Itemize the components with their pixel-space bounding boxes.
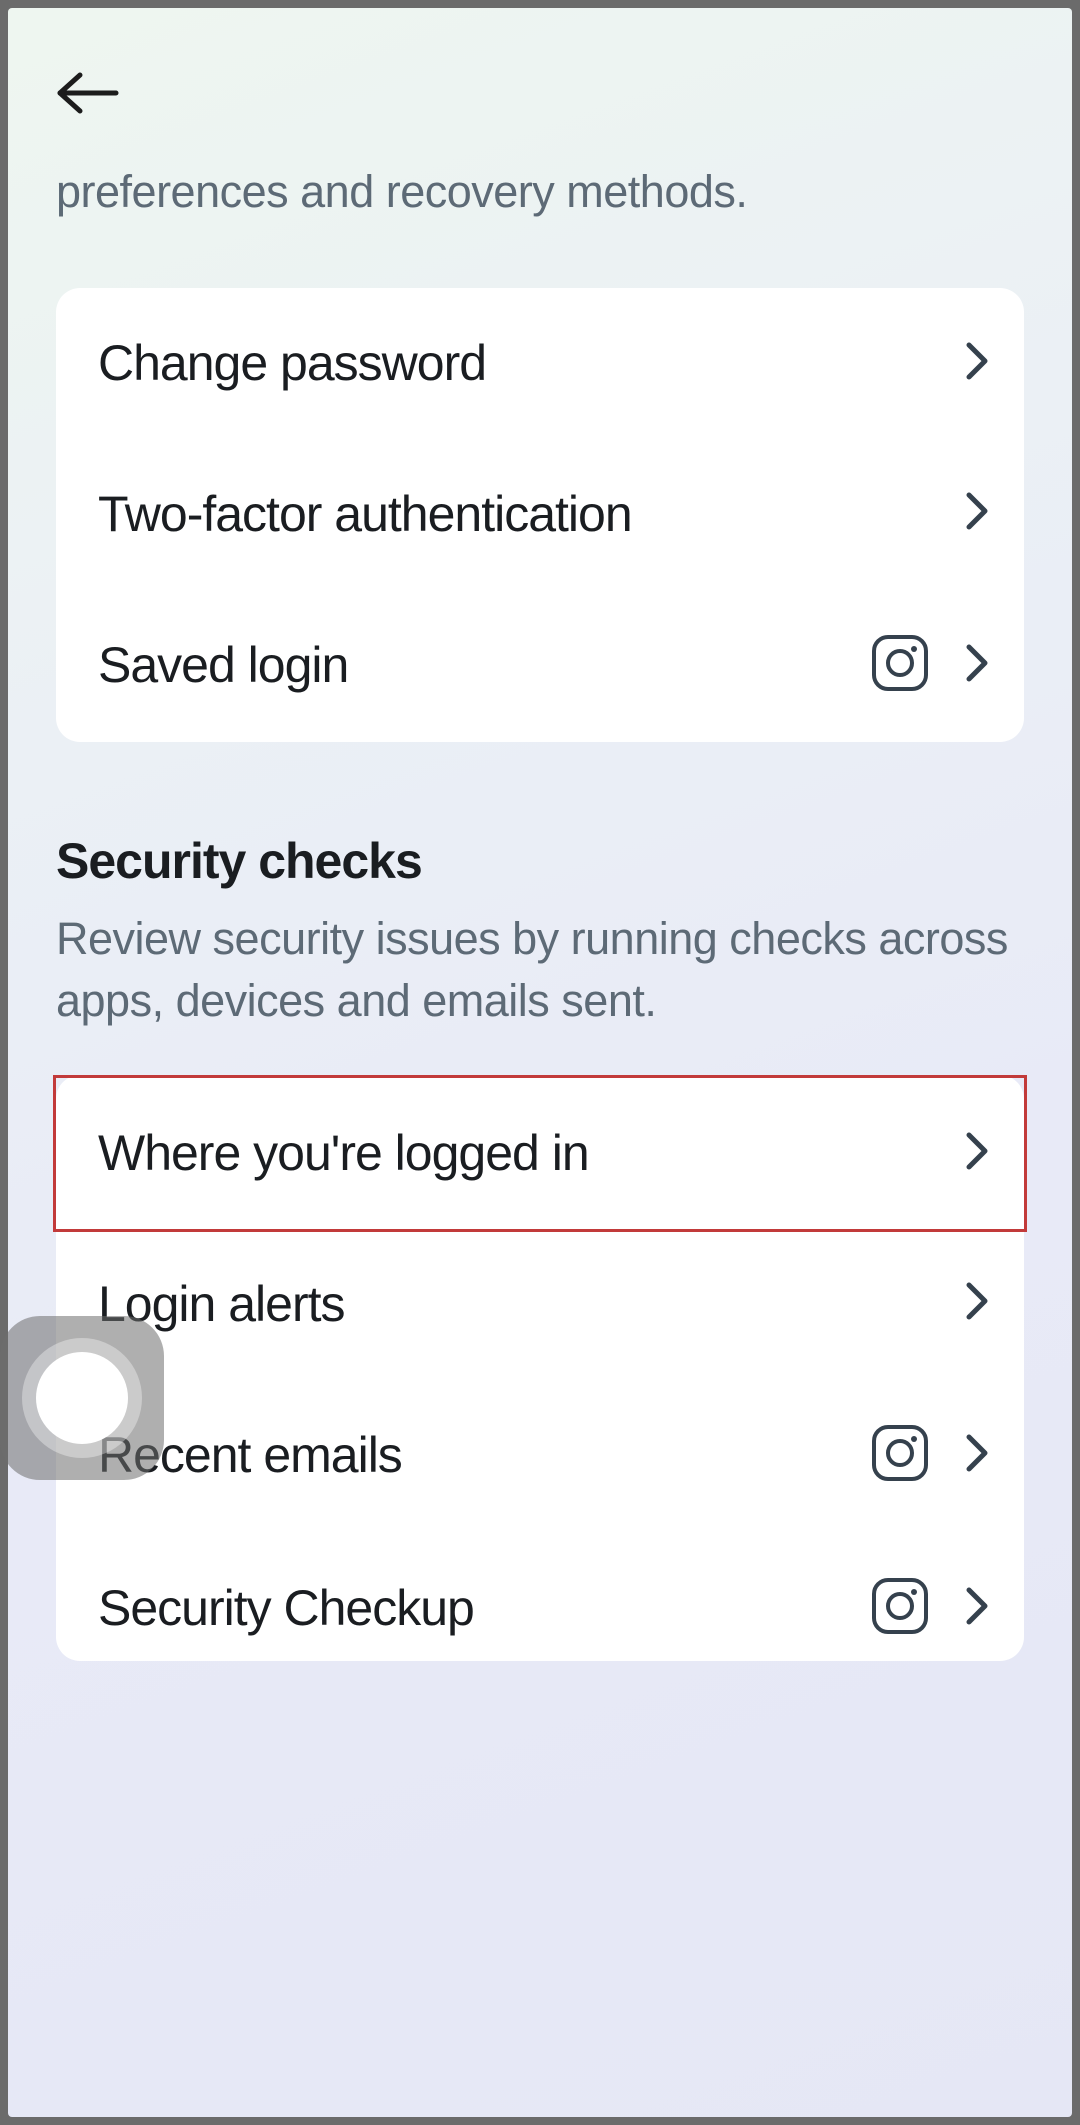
change-password-row[interactable]: Change password bbox=[56, 288, 1024, 439]
row-label: Two-factor authentication bbox=[98, 483, 966, 546]
instagram-icon bbox=[870, 1576, 930, 1641]
row-label: Login alerts bbox=[98, 1273, 966, 1336]
login-security-card: Change password Two-factor authenticatio… bbox=[56, 288, 1024, 742]
where-logged-in-row[interactable]: Where you're logged in bbox=[53, 1075, 1027, 1232]
security-checks-description: Review security issues by running checks… bbox=[56, 908, 1024, 1032]
row-label: Saved login bbox=[98, 634, 870, 697]
page-subtitle: preferences and recovery methods. bbox=[56, 166, 1024, 218]
chevron-right-icon bbox=[966, 1282, 988, 1325]
chevron-right-icon bbox=[966, 644, 988, 687]
row-label: Recent emails bbox=[98, 1424, 870, 1487]
security-checkup-row[interactable]: Security Checkup bbox=[56, 1532, 1024, 1661]
arrow-left-icon bbox=[56, 71, 120, 115]
row-label: Where you're logged in bbox=[98, 1122, 966, 1185]
assistive-touch-button[interactable] bbox=[0, 1316, 164, 1480]
saved-login-row[interactable]: Saved login bbox=[56, 589, 1024, 742]
security-checks-card: Where you're logged in Login alerts Rece… bbox=[56, 1075, 1024, 1661]
two-factor-auth-row[interactable]: Two-factor authentication bbox=[56, 439, 1024, 590]
row-label: Security Checkup bbox=[98, 1577, 870, 1640]
assistive-touch-inner bbox=[36, 1352, 128, 1444]
security-checks-title: Security checks bbox=[56, 832, 1024, 890]
back-button[interactable] bbox=[56, 68, 120, 118]
chevron-right-icon bbox=[966, 1587, 988, 1630]
login-alerts-row[interactable]: Login alerts bbox=[56, 1229, 1024, 1380]
row-label: Change password bbox=[98, 332, 966, 395]
recent-emails-row[interactable]: Recent emails bbox=[56, 1379, 1024, 1532]
instagram-icon bbox=[870, 1423, 930, 1488]
chevron-right-icon bbox=[966, 492, 988, 535]
chevron-right-icon bbox=[966, 342, 988, 385]
chevron-right-icon bbox=[966, 1132, 988, 1175]
chevron-right-icon bbox=[966, 1434, 988, 1477]
instagram-icon bbox=[870, 633, 930, 698]
